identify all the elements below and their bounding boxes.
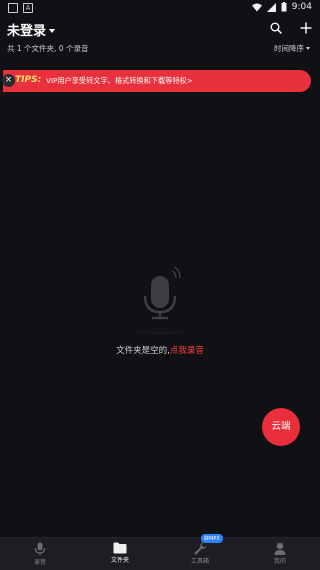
empty-illustration <box>118 262 202 342</box>
page-title: 未登录 <box>7 24 47 39</box>
toolbox-badge: 转MP3 <box>201 534 223 543</box>
cloud-button[interactable]: 云端 <box>262 408 300 446</box>
nav-label: 工具箱 <box>190 558 209 565</box>
wrench-icon <box>193 542 206 555</box>
nav-item-me[interactable]: 我的 <box>240 538 320 570</box>
notification-icons: A <box>8 3 33 13</box>
account-selector[interactable]: 未登录 <box>7 20 56 39</box>
tips-text: VIP用户享受转文字、格式转换和下载等特权> <box>46 76 193 85</box>
vip-tips-banner[interactable]: × TIPS: VIP用户享受转文字、格式转换和下载等特权> <box>2 70 311 92</box>
tips-label: TIPS: <box>15 75 42 85</box>
microphone-icon <box>120 266 200 342</box>
status-time: 9:04 <box>291 2 312 12</box>
nav-label: 录音 <box>33 559 46 566</box>
nav-label: 我的 <box>273 558 286 565</box>
status-right: 9:04 <box>251 2 312 12</box>
folder-summary: 共 1 个文件夹, 0 个录音 <box>7 44 89 53</box>
notification-icon <box>8 3 18 13</box>
bottom-nav: 录音 文件夹 转MP3 工具箱 我的 <box>0 534 320 570</box>
record-link[interactable]: 点我录音 <box>170 346 204 356</box>
close-icon[interactable]: × <box>2 74 15 87</box>
battery-icon <box>281 2 287 12</box>
app-header: 未登录 <box>0 18 320 40</box>
caret-down-icon <box>49 28 56 33</box>
empty-message: 文件夹是空的,点我录音 <box>0 344 320 356</box>
signal-icon <box>266 2 276 12</box>
nav-item-folders[interactable]: 文件夹 <box>80 538 160 570</box>
user-icon <box>274 542 286 555</box>
sort-label: 时间降序 <box>274 44 304 53</box>
folder-icon <box>113 542 127 554</box>
folder-summary-row: 共 1 个文件夹, 0 个录音 时间降序 <box>7 43 310 55</box>
header-actions <box>270 22 312 34</box>
search-icon[interactable] <box>270 22 282 34</box>
add-icon[interactable] <box>300 22 312 34</box>
caret-down-icon <box>306 47 310 50</box>
wifi-icon <box>251 3 262 11</box>
mic-icon <box>34 542 46 556</box>
nav-label: 文件夹 <box>110 557 129 564</box>
status-bar: A 9:04 <box>0 0 320 18</box>
empty-text: 文件夹是空的, <box>116 346 170 356</box>
nav-item-record[interactable]: 录音 <box>0 538 80 570</box>
nav-item-toolbox[interactable]: 转MP3 工具箱 <box>160 534 240 570</box>
sort-dropdown[interactable]: 时间降序 <box>274 43 310 54</box>
notification-letter-icon: A <box>23 3 33 13</box>
